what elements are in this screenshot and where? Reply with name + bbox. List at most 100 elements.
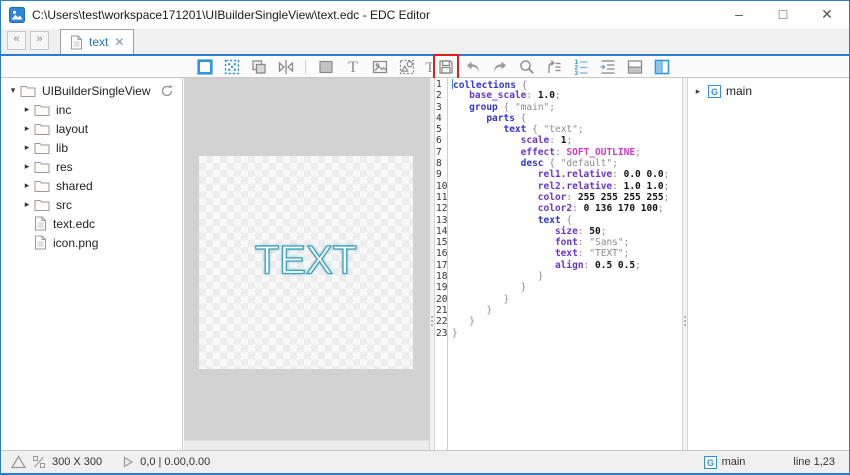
- line-number: 16: [435, 248, 447, 259]
- collapse-arrow-icon[interactable]: ▸: [693, 86, 703, 97]
- tree-item-icon-png[interactable]: icon.png: [1, 233, 182, 252]
- code-line[interactable]: }: [452, 271, 682, 282]
- tree-item-src[interactable]: ▸src: [1, 195, 182, 214]
- line-number: 11: [435, 192, 447, 203]
- save-button-icon[interactable]: [436, 57, 456, 77]
- tab-label: text: [89, 35, 108, 49]
- code-line[interactable]: text {: [452, 215, 682, 226]
- folder-icon: [34, 141, 50, 155]
- main-area: ▾UIBuilderSingleView▸inc▸layout▸lib▸res▸…: [1, 78, 849, 450]
- code-line[interactable]: size: 50;: [452, 226, 682, 237]
- redo-icon[interactable]: [490, 57, 510, 77]
- code-line[interactable]: base_scale: 1.0;: [452, 90, 682, 101]
- code-line[interactable]: desc { "default";: [452, 158, 682, 169]
- line-numbers-icon[interactable]: 123: [571, 57, 591, 77]
- rect-part-tool-icon[interactable]: [316, 57, 336, 77]
- tree-item-lib[interactable]: ▸lib: [1, 138, 182, 157]
- line-number: 15: [435, 237, 447, 248]
- file-icon: [34, 235, 47, 250]
- line-number: 23: [435, 328, 447, 339]
- maximize-button[interactable]: □: [761, 1, 805, 29]
- canvas-stage[interactable]: TEXT: [199, 156, 413, 369]
- find-icon[interactable]: [517, 57, 537, 77]
- collapse-arrow-icon[interactable]: ▸: [21, 123, 33, 134]
- folder-icon: [34, 179, 50, 193]
- edc-editor-window: C:\Users\test\workspace171201\UIBuilderS…: [0, 0, 850, 475]
- line-number: 10: [435, 181, 447, 192]
- tree-item-layout[interactable]: ▸layout: [1, 119, 182, 138]
- toolbar: T T? 123: [1, 56, 849, 78]
- side-panel-icon[interactable]: [652, 57, 672, 77]
- line-number: 7: [435, 147, 447, 158]
- code-line[interactable]: }: [452, 316, 682, 327]
- tree-item-text-edc[interactable]: text.edc: [1, 214, 182, 233]
- image-part-tool-icon[interactable]: [370, 57, 390, 77]
- code-line[interactable]: collections {: [452, 79, 682, 90]
- tab-nav-forward-button[interactable]: »: [30, 31, 49, 50]
- code-line[interactable]: text { "text";: [452, 124, 682, 135]
- outline-item-main[interactable]: ▸ G main: [688, 82, 849, 100]
- auto-indent-icon[interactable]: [598, 57, 618, 77]
- code-line[interactable]: }: [452, 305, 682, 316]
- collapse-arrow-icon[interactable]: ▸: [21, 104, 33, 115]
- code-line[interactable]: font: "Sans";: [452, 237, 682, 248]
- folder-icon: [20, 84, 36, 98]
- text-part-preview[interactable]: TEXT: [199, 238, 413, 283]
- collapse-arrow-icon[interactable]: ▸: [21, 161, 33, 172]
- collapse-arrow-icon[interactable]: ▸: [21, 142, 33, 153]
- svg-text:G: G: [711, 86, 718, 96]
- outline-item-label: main: [726, 84, 752, 98]
- line-number: 2: [435, 90, 447, 101]
- code-line[interactable]: }: [452, 328, 682, 339]
- line-number: 14: [435, 226, 447, 237]
- minimize-button[interactable]: –: [717, 1, 761, 29]
- swallow-part-tool-icon[interactable]: [397, 57, 417, 77]
- collapse-arrow-icon[interactable]: ▸: [21, 199, 33, 210]
- tab-text[interactable]: text ✕: [60, 29, 134, 54]
- canvas-horizontal-scrollbar[interactable]: [184, 440, 429, 450]
- textblock-part-tool-icon[interactable]: T?: [424, 57, 432, 77]
- select-tool-icon[interactable]: [195, 57, 215, 77]
- canvas-area[interactable]: TEXT: [184, 78, 429, 450]
- code-line[interactable]: text: "TEXT";: [452, 248, 682, 259]
- tree-item-label: inc: [56, 103, 71, 117]
- code-line[interactable]: scale: 1;: [452, 135, 682, 146]
- collapse-arrow-icon[interactable]: ▸: [21, 180, 33, 191]
- status-bar: 300 X 300 0,0 | 0.00,0.00 G main line 1,…: [1, 450, 849, 473]
- code-editor[interactable]: 1234567891011121314151617181920212223 co…: [435, 78, 682, 450]
- tree-item-inc[interactable]: ▸ inc: [1, 100, 182, 119]
- code-line[interactable]: }: [452, 294, 682, 305]
- refresh-icon[interactable]: [160, 84, 174, 98]
- bottom-panel-icon[interactable]: [625, 57, 645, 77]
- close-button[interactable]: ✕: [805, 1, 849, 29]
- text-part-tool-icon[interactable]: T: [343, 57, 363, 77]
- tab-close-icon[interactable]: ✕: [114, 36, 124, 48]
- group-icon: G: [708, 85, 721, 98]
- line-number: 3: [435, 102, 447, 113]
- line-number: 9: [435, 169, 447, 180]
- code-line[interactable]: effect: SOFT_OUTLINE;: [452, 147, 682, 158]
- undo-icon[interactable]: [463, 57, 483, 77]
- clone-tool-icon[interactable]: [249, 57, 269, 77]
- splitter-handle-icon: [684, 316, 686, 318]
- code-line[interactable]: align: 0.5 0.5;: [452, 260, 682, 271]
- tab-nav-back-button[interactable]: «: [7, 31, 26, 50]
- dim-parts-tool-icon[interactable]: [222, 57, 242, 77]
- goto-line-icon[interactable]: [544, 57, 564, 77]
- line-number: 18: [435, 271, 447, 282]
- folder-icon: [34, 160, 50, 174]
- code-line[interactable]: group { "main";: [452, 102, 682, 113]
- folder-icon: [34, 103, 50, 117]
- code-line[interactable]: color: 255 255 255 255;: [452, 192, 682, 203]
- tree-item-uibuildersingleview[interactable]: ▾UIBuilderSingleView: [1, 81, 182, 100]
- expand-arrow-icon[interactable]: ▾: [7, 85, 19, 96]
- code-line[interactable]: color2: 0 136 170 100;: [452, 203, 682, 214]
- code-line[interactable]: rel2.relative: 1.0 1.0;: [452, 181, 682, 192]
- code-line[interactable]: rel1.relative: 0.0 0.0;: [452, 169, 682, 180]
- code-line[interactable]: parts {: [452, 113, 682, 124]
- tree-item-res[interactable]: ▸res: [1, 157, 182, 176]
- code-text[interactable]: collections { base_scale: 1.0; group { "…: [452, 79, 682, 450]
- tree-item-shared[interactable]: ▸shared: [1, 176, 182, 195]
- code-line[interactable]: }: [452, 282, 682, 293]
- mirror-tool-icon[interactable]: [276, 57, 296, 77]
